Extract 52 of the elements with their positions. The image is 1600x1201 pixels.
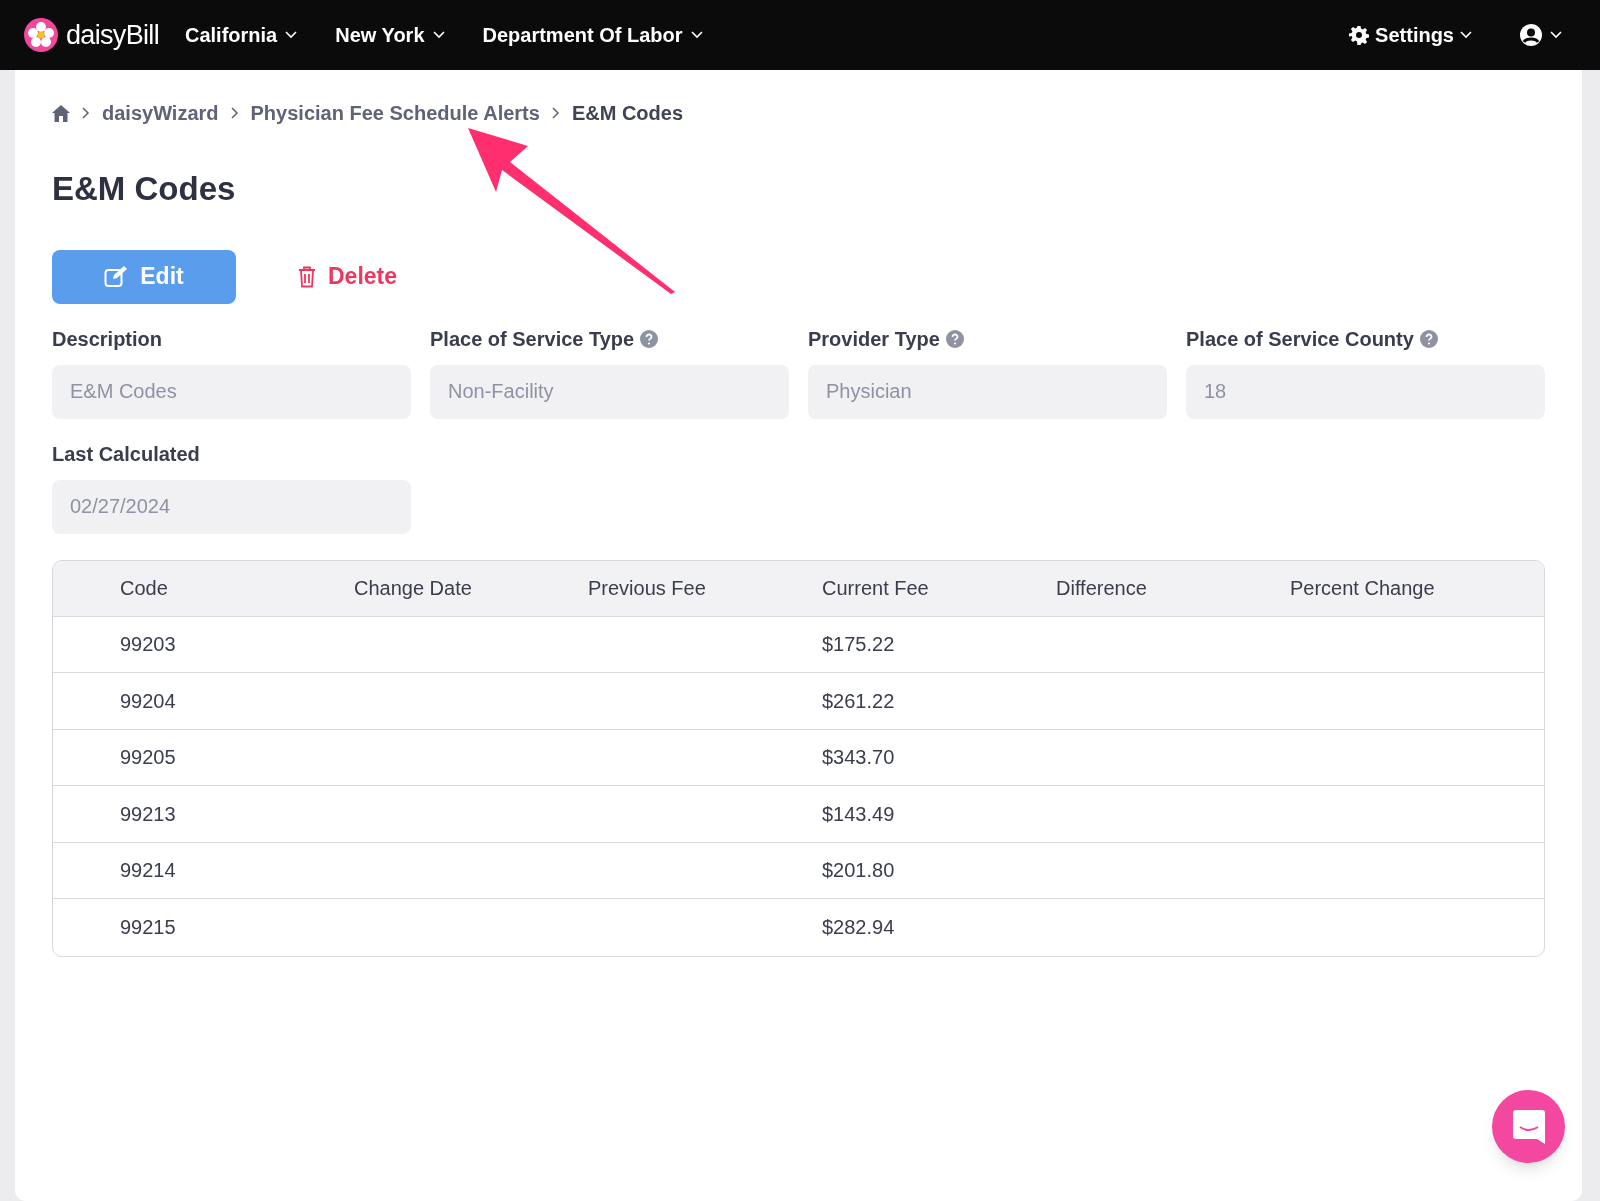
chevron-right-icon <box>551 107 560 119</box>
column-header[interactable]: Change Date <box>354 577 472 599</box>
help-icon[interactable] <box>1419 329 1438 348</box>
page-title: E&M Codes <box>52 169 237 209</box>
chat-bubble-icon <box>1511 1108 1546 1145</box>
column-header[interactable]: Code <box>120 577 168 599</box>
trash-icon <box>298 265 316 288</box>
help-icon[interactable] <box>945 329 964 348</box>
column-header[interactable]: Previous Fee <box>588 577 706 599</box>
account-menu[interactable] <box>1520 24 1562 46</box>
chevron-down-icon <box>1550 31 1562 39</box>
table-cell: 99203 <box>120 633 176 656</box>
delete-button[interactable]: Delete <box>298 259 398 294</box>
table-cell: 99205 <box>120 746 176 769</box>
chevron-right-icon <box>82 107 90 119</box>
breadcrumb-link[interactable]: daisyWizard <box>102 98 219 128</box>
field-label: Description <box>52 326 163 352</box>
chevron-down-icon <box>690 31 703 39</box>
breadcrumb-current: E&M Codes <box>571 101 684 126</box>
chevron-down-icon <box>1460 31 1472 39</box>
table-cell: 99204 <box>120 689 176 712</box>
column-header[interactable]: Difference <box>1056 577 1147 599</box>
table-cell: $282.94 <box>822 916 895 939</box>
table-cell: $261.22 <box>822 689 895 712</box>
table-cell: $175.22 <box>822 633 895 656</box>
table-cell: 99213 <box>120 802 176 825</box>
edit-icon <box>104 265 129 288</box>
table-cell: 99215 <box>120 916 176 939</box>
column-header[interactable]: Percent Change <box>1290 577 1435 599</box>
table-cell: $143.49 <box>822 802 895 825</box>
field-label: Last Calculated <box>52 441 200 467</box>
help-icon[interactable] <box>640 329 659 348</box>
table-cell: $201.80 <box>822 859 895 882</box>
field-label: Provider Type <box>808 326 940 352</box>
logo-text[interactable]: daisyBill <box>66 14 159 56</box>
settings-menu[interactable]: Settings <box>1349 20 1472 50</box>
field-label: Place of Service Type <box>430 326 635 352</box>
nav-menu[interactable]: New York <box>335 20 445 50</box>
settings-icon <box>1349 25 1370 45</box>
home-icon[interactable] <box>52 104 70 122</box>
nav-menu[interactable]: Department Of Labor <box>482 20 703 50</box>
field-label: Place of Service County <box>1186 326 1414 352</box>
table-cell: 99214 <box>120 859 176 882</box>
chevron-down-icon <box>285 31 298 39</box>
chevron-down-icon <box>432 31 445 39</box>
breadcrumb-link[interactable]: Physician Fee Schedule Alerts <box>250 98 540 128</box>
nav-menu[interactable]: California <box>184 20 298 50</box>
flower-logo-icon <box>24 18 58 52</box>
column-header[interactable]: Current Fee <box>822 577 929 599</box>
user-avatar-icon <box>1520 24 1542 46</box>
chevron-right-icon <box>230 107 239 119</box>
table-cell: $343.70 <box>822 746 895 769</box>
